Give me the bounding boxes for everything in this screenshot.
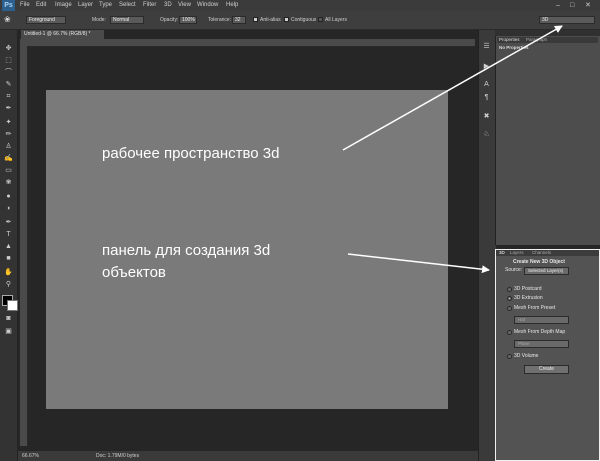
- annotation-panel-line1: панель для создания 3d: [102, 242, 271, 259]
- annotation-workspace: рабочее пространство 3d: [102, 145, 280, 162]
- annotation-panel-line2: объектов: [102, 264, 166, 281]
- arrow-to-3d-panel: [347, 253, 490, 274]
- annotation-arrows: [342, 25, 563, 274]
- arrow-to-workspace: [342, 25, 563, 151]
